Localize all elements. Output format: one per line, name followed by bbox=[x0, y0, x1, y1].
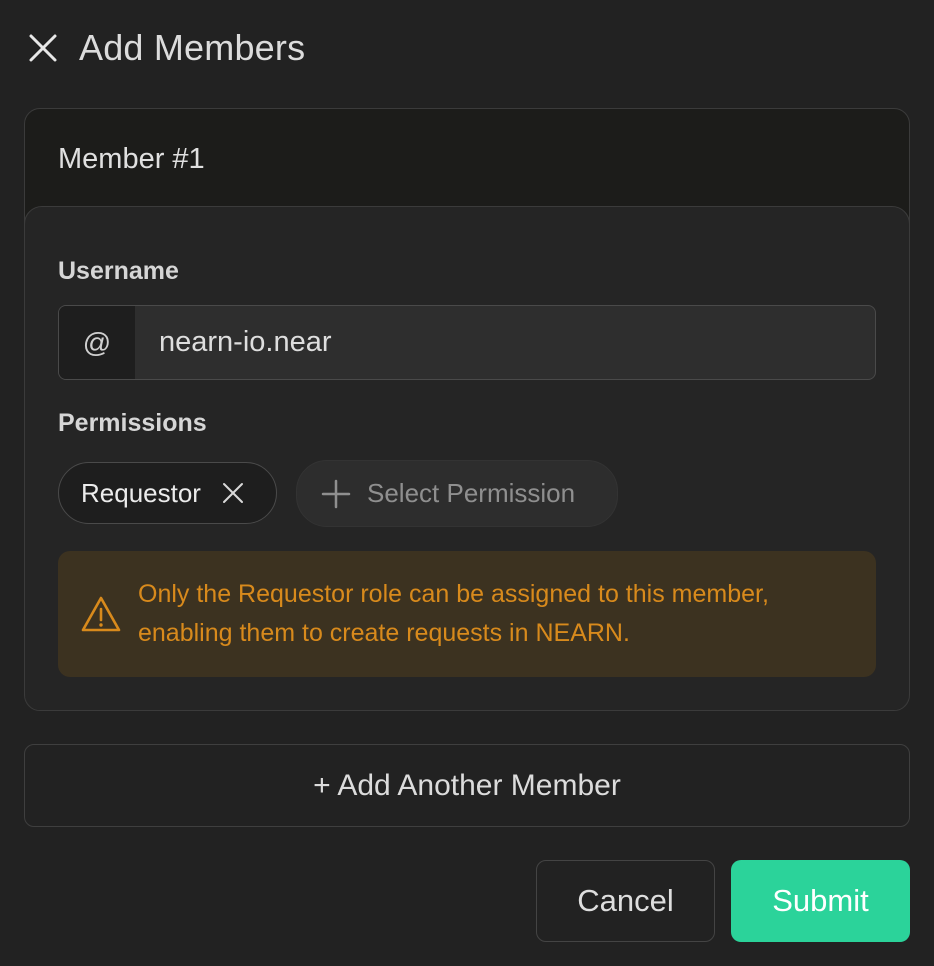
member-card-title: Member #1 bbox=[58, 143, 205, 175]
add-another-member-button[interactable]: + Add Another Member bbox=[24, 744, 910, 827]
select-permission-button[interactable]: Select Permission bbox=[296, 460, 618, 527]
username-field: @ bbox=[58, 305, 876, 380]
member-card-body: Username @ Permissions Requestor bbox=[25, 206, 909, 710]
submit-button[interactable]: Submit bbox=[731, 860, 910, 942]
role-warning: Only the Requestor role can be assigned … bbox=[58, 551, 876, 677]
username-input[interactable] bbox=[135, 306, 875, 379]
permission-chip-label: Requestor bbox=[81, 477, 201, 508]
username-prefix: @ bbox=[59, 306, 135, 379]
close-icon bbox=[29, 34, 57, 62]
cancel-button[interactable]: Cancel bbox=[536, 860, 715, 942]
warning-text: Only the Requestor role can be assigned … bbox=[138, 575, 769, 653]
close-icon bbox=[222, 483, 243, 503]
dialog-header: Add Members bbox=[26, 24, 305, 72]
select-permission-label: Select Permission bbox=[367, 478, 576, 508]
warning-icon bbox=[81, 596, 121, 632]
warning-text-line1: Only the Requestor role can be assigned … bbox=[138, 580, 769, 608]
permission-chip-requestor: Requestor bbox=[58, 462, 277, 524]
remove-permission-button[interactable] bbox=[221, 481, 245, 505]
close-button[interactable] bbox=[26, 31, 60, 65]
plus-icon bbox=[321, 479, 351, 509]
add-members-dialog: Add Members Member #1 Username @ Permiss… bbox=[0, 0, 934, 966]
username-label: Username bbox=[58, 257, 179, 285]
permissions-label: Permissions bbox=[58, 409, 207, 437]
member-card: Member #1 Username @ Permissions Request… bbox=[24, 108, 910, 711]
page-title: Add Members bbox=[79, 27, 306, 68]
warning-text-line2: enabling them to create requests in NEAR… bbox=[138, 619, 630, 647]
